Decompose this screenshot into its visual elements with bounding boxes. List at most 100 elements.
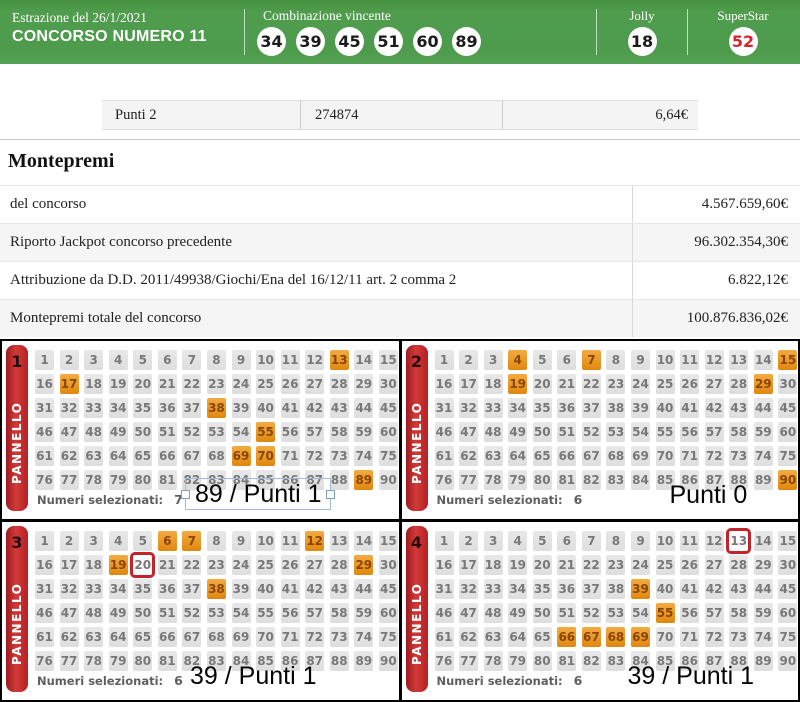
number-cell: 64 [108, 446, 128, 466]
number-cell: 46 [35, 422, 54, 442]
number-cell: 16 [434, 555, 454, 575]
number-cell: 52 [182, 603, 202, 623]
number-cell: 55 [655, 422, 675, 442]
number-cell: 49 [508, 603, 528, 623]
montepremi-row-label: Montepremi totale del concorso [10, 310, 202, 326]
number-cell: 34 [108, 579, 128, 599]
prize-amount: 6,64€ [502, 101, 698, 129]
number-cell: 59 [753, 603, 773, 623]
number-cell: 70 [256, 446, 276, 466]
number-cell: 55 [655, 603, 675, 623]
number-cell: 14 [753, 350, 773, 370]
selection-handle[interactable] [326, 490, 336, 499]
number-cell: 68 [206, 446, 226, 466]
number-cell: 11 [280, 350, 300, 370]
panel-ribbon-label: PANNELLO [10, 401, 24, 485]
panel-number: 4 [410, 533, 423, 552]
number-cell: 81 [557, 651, 577, 671]
number-cell: 39 [631, 579, 650, 599]
number-cell: 25 [655, 374, 675, 394]
montepremi-row-value: 4.567.659,60€ [632, 186, 800, 223]
number-cell: 89 [753, 651, 773, 671]
number-cell: 60 [778, 422, 798, 442]
number-cell: 90 [378, 470, 398, 490]
number-cell: 42 [704, 579, 724, 599]
number-cell: 35 [532, 398, 552, 418]
panel-number: 2 [410, 352, 423, 371]
numeri-selezionati-label: Numeri selezionati: [37, 493, 164, 507]
number-cell: 30 [778, 374, 798, 394]
number-cell: 32 [59, 398, 79, 418]
number-cell: 25 [256, 555, 276, 575]
number-cell: 23 [606, 374, 626, 394]
number-cell: 38 [606, 579, 626, 599]
number-cell: 54 [631, 603, 650, 623]
number-cell: 31 [434, 579, 454, 599]
number-cell: 33 [483, 579, 503, 599]
number-cell: 8 [206, 531, 226, 551]
number-cell: 61 [35, 627, 54, 647]
number-cell: 20 [133, 374, 153, 394]
montepremi-row-value: 6.822,12€ [632, 262, 800, 299]
number-cell: 5 [532, 350, 552, 370]
number-cell: 63 [483, 627, 503, 647]
number-cell: 45 [778, 398, 798, 418]
montepremi-title: Montepremi [8, 150, 115, 172]
number-cell: 46 [35, 603, 54, 623]
number-cell: 37 [581, 579, 601, 599]
number-cell: 53 [206, 603, 226, 623]
number-cell: 37 [182, 398, 202, 418]
winning-number-ball: 51 [374, 27, 403, 56]
number-cell: 77 [59, 651, 79, 671]
number-cell: 18 [84, 374, 104, 394]
number-cell: 62 [59, 627, 79, 647]
number-cell: 13 [329, 531, 349, 551]
number-cell: 10 [256, 531, 276, 551]
number-cell: 7 [581, 350, 601, 370]
panel-ribbon-label: PANNELLO [409, 582, 424, 666]
number-cell: 56 [280, 603, 300, 623]
winning-number-ball: 89 [452, 27, 481, 56]
number-cell: 19 [508, 555, 528, 575]
number-cell: 6 [557, 531, 577, 551]
number-cell: 53 [606, 422, 626, 442]
number-cell: 49 [108, 422, 128, 442]
number-cell: 14 [354, 531, 374, 551]
number-cell: 73 [329, 446, 349, 466]
number-cell: 38 [206, 579, 226, 599]
number-cell: 46 [434, 422, 454, 442]
number-cell: 25 [655, 555, 675, 575]
number-cell: 53 [206, 422, 226, 442]
number-cell: 26 [680, 374, 700, 394]
annotation-selection-box[interactable]: 89 / Punti 1 [181, 478, 336, 510]
annotation-text[interactable]: 39 / Punti 1 [190, 661, 316, 691]
number-cell: 4 [108, 531, 128, 551]
number-cell: 77 [459, 651, 479, 671]
number-cell: 37 [581, 398, 601, 418]
number-cell: 10 [256, 350, 276, 370]
number-cell: 79 [508, 651, 528, 671]
number-cell: 27 [305, 374, 325, 394]
panel-number: 1 [11, 352, 23, 371]
number-cell: 36 [157, 398, 177, 418]
number-cell: 31 [434, 398, 454, 418]
number-cell: 47 [459, 603, 479, 623]
number-cell: 56 [680, 603, 700, 623]
montepremi-row-label: Riporto Jackpot concorso precedente [10, 234, 233, 250]
number-cell: 58 [729, 603, 749, 623]
number-cell: 82 [581, 470, 601, 490]
annotation-text[interactable]: 39 / Punti 1 [628, 661, 754, 691]
number-cell: 28 [329, 374, 349, 394]
number-cell: 23 [206, 555, 226, 575]
number-cell: 5 [133, 350, 153, 370]
number-cell: 3 [483, 531, 503, 551]
number-cell: 29 [753, 555, 773, 575]
number-cell: 13 [729, 350, 749, 370]
selection-handle[interactable] [181, 490, 190, 499]
superstar-ball: 52 [728, 27, 758, 56]
annotation-text[interactable]: Punti 0 [670, 480, 748, 510]
number-cell: 24 [231, 555, 251, 575]
number-cell: 78 [84, 470, 104, 490]
number-cell: 19 [108, 374, 128, 394]
number-cell: 60 [778, 603, 798, 623]
